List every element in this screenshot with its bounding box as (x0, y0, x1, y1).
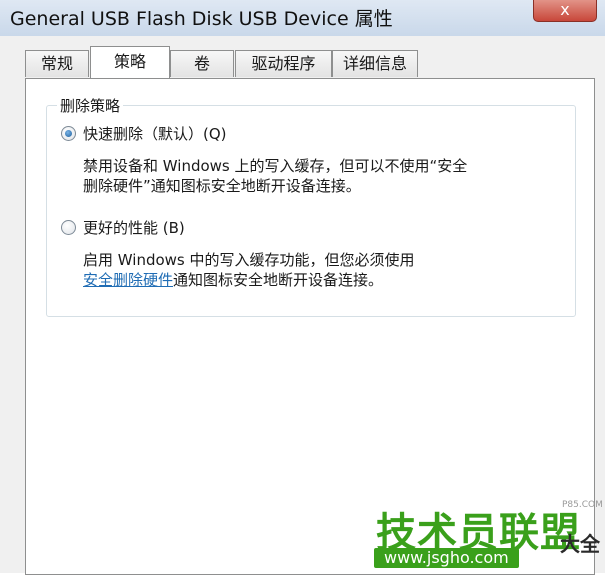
quick-removal-label[interactable]: 快速删除（默认）(Q) (83, 123, 227, 144)
window-title: General USB Flash Disk USB Device 属性 (10, 8, 393, 30)
watermark-side-text: 大全 (560, 532, 600, 556)
close-icon: x (560, 0, 570, 19)
quick-removal-radio[interactable] (61, 126, 76, 141)
close-button[interactable]: x (533, 0, 597, 22)
tab-general[interactable]: 常规 (25, 50, 89, 77)
watermark-url: www.jsgho.com (374, 548, 519, 568)
properties-dialog-body: 常规 策略 卷 驱动程序 详细信息 删除策略 快速删除（默认）(Q) 禁用设备和… (0, 36, 605, 575)
quick-removal-description-line2: 删除硬件”通知图标安全地断开设备连接。 (83, 177, 361, 195)
group-title: 删除策略 (57, 95, 124, 116)
better-performance-radio[interactable] (61, 220, 76, 235)
better-performance-description-line2: 安全删除硬件通知图标安全地断开设备连接。 (83, 270, 415, 290)
tab-policies[interactable]: 策略 (90, 46, 170, 78)
better-performance-label[interactable]: 更好的性能 (B) (83, 217, 185, 238)
site-watermark: P85.COM 技术员联盟 大全 www.jsgho.com (372, 500, 604, 572)
better-performance-description: 启用 Windows 中的写入缓存功能，但您必须使用 安全删除硬件通知图标安全地… (83, 250, 415, 290)
quick-removal-description-line1: 禁用设备和 Windows 上的写入缓存，但可以不使用“安全 (83, 157, 468, 175)
window-titlebar[interactable]: General USB Flash Disk USB Device 属性 x (0, 0, 605, 37)
tab-volumes[interactable]: 卷 (170, 50, 234, 77)
quick-removal-description: 禁用设备和 Windows 上的写入缓存，但可以不使用“安全 删除硬件”通知图标… (83, 156, 467, 196)
better-performance-description-line1: 启用 Windows 中的写入缓存功能，但您必须使用 (83, 251, 415, 269)
safely-remove-hardware-link[interactable]: 安全删除硬件 (83, 271, 173, 289)
removal-policy-group: 删除策略 快速删除（默认）(Q) 禁用设备和 Windows 上的写入缓存，但可… (46, 95, 576, 317)
better-performance-description-line2-text: 通知图标安全地断开设备连接。 (173, 271, 384, 289)
tab-driver[interactable]: 驱动程序 (235, 50, 332, 77)
tab-details[interactable]: 详细信息 (332, 50, 418, 77)
